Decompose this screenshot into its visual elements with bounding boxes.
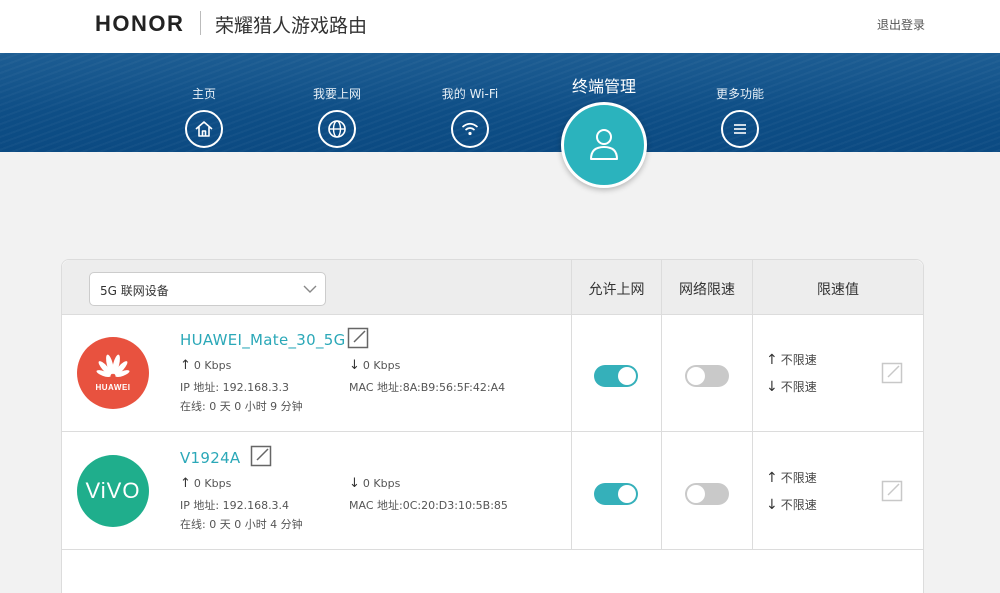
allow-internet-toggle[interactable] (594, 365, 638, 387)
online-time: 在线: 0 天 0 小时 9 分钟 (180, 400, 303, 413)
limit-download: ↓ 不限速 (766, 497, 817, 513)
logo-divider (200, 11, 201, 35)
upload-rate: ↑ 0 Kbps (180, 358, 232, 373)
edit-limit-icon[interactable] (881, 480, 903, 502)
download-rate: ↓ 0 Kbps (349, 476, 401, 491)
limit-upload: ↑ 不限速 (766, 352, 817, 368)
device-filter-value: 5G 联网设备 (100, 284, 169, 298)
table-row: ViVO V1924A ↑ 0 Kbps ↓ 0 Kbps IP 地址: 192.1… (62, 433, 923, 550)
nav-devices-label: 终端管理 (571, 77, 636, 96)
logout-link[interactable]: 退出登录 (877, 16, 925, 33)
globe-icon (318, 110, 356, 148)
mac-address: MAC 地址:8A:B9:56:5F:42:A4 (349, 381, 506, 394)
arrow-up-icon: ↑ (180, 358, 191, 373)
vivo-logo-icon: ViVO (77, 455, 149, 527)
ip-address: IP 地址: 192.168.3.4 (180, 499, 290, 512)
speed-limit-toggle[interactable] (685, 365, 729, 387)
nav-wifi-label: 我的 Wi-Fi (441, 87, 499, 101)
arrow-up-icon: ↑ (180, 476, 191, 491)
device-filter-select[interactable]: 5G 联网设备 (89, 272, 326, 306)
main-nav: 主页 我要上网 我的 Wi-Fi 终端管理 更多功能 (0, 53, 1000, 152)
arrow-down-icon: ↓ (766, 497, 778, 513)
online-time: 在线: 0 天 0 小时 4 分钟 (180, 518, 303, 531)
speed-limit-toggle[interactable] (685, 483, 729, 505)
column-speed-limit: 网络限速 (679, 282, 735, 298)
top-bar: HONOR 荣耀猎人游戏路由 退出登录 (0, 0, 1000, 53)
menu-icon (721, 110, 759, 148)
edit-icon[interactable] (347, 327, 369, 349)
limit-upload: ↑ 不限速 (766, 470, 817, 486)
home-icon (185, 110, 223, 148)
nav-internet[interactable]: 我要上网 (287, 53, 387, 148)
huawei-logo-text: HUAWEI (95, 383, 131, 392)
nav-devices[interactable]: 终端管理 (554, 53, 654, 97)
upload-rate: ↑ 0 Kbps (180, 476, 232, 491)
arrow-up-icon: ↑ (766, 352, 778, 368)
allow-internet-toggle[interactable] (594, 483, 638, 505)
column-limit-value: 限速值 (817, 282, 859, 298)
table-header: 5G 联网设备 允许上网 网络限速 限速值 (62, 260, 923, 315)
chevron-down-icon (303, 285, 317, 293)
nav-more-label: 更多功能 (715, 87, 764, 101)
wifi-icon (451, 110, 489, 148)
nav-home-label: 主页 (191, 87, 216, 101)
product-name: 荣耀猎人游戏路由 (215, 15, 368, 37)
device-table: 5G 联网设备 允许上网 网络限速 限速值 HUAWEI HUAWEI_Mate… (61, 259, 924, 593)
column-allow-internet: 允许上网 (588, 282, 645, 298)
table-row: HUAWEI HUAWEI_Mate_30_5G ↑ 0 Kbps ↓ 0 Kbps… (62, 315, 923, 432)
edit-limit-icon[interactable] (881, 362, 903, 384)
arrow-down-icon: ↓ (349, 358, 360, 373)
device-name-link[interactable]: HUAWEI_Mate_30_5G (180, 331, 346, 349)
nav-more[interactable]: 更多功能 (690, 53, 790, 148)
arrow-up-icon: ↑ (766, 470, 778, 486)
arrow-down-icon: ↓ (766, 379, 778, 395)
mac-address: MAC 地址:0C:20:D3:10:5B:85 (349, 499, 508, 512)
honor-logo: HONOR (95, 11, 185, 36)
toggle-knob (618, 367, 636, 385)
limit-download: ↓ 不限速 (766, 379, 817, 395)
nav-internet-label: 我要上网 (312, 87, 361, 101)
toggle-knob (687, 485, 705, 503)
nav-home[interactable]: 主页 (154, 53, 254, 148)
huawei-logo-icon: HUAWEI (77, 337, 149, 409)
download-rate: ↓ 0 Kbps (349, 358, 401, 373)
ip-address: IP 地址: 192.168.3.3 (180, 381, 290, 394)
toggle-knob (687, 367, 705, 385)
device-name-link[interactable]: V1924A (180, 449, 241, 467)
arrow-down-icon: ↓ (349, 476, 360, 491)
toggle-knob (618, 485, 636, 503)
edit-icon[interactable] (250, 445, 272, 467)
nav-wifi[interactable]: 我的 Wi-Fi (420, 53, 520, 148)
user-icon[interactable] (561, 102, 647, 188)
